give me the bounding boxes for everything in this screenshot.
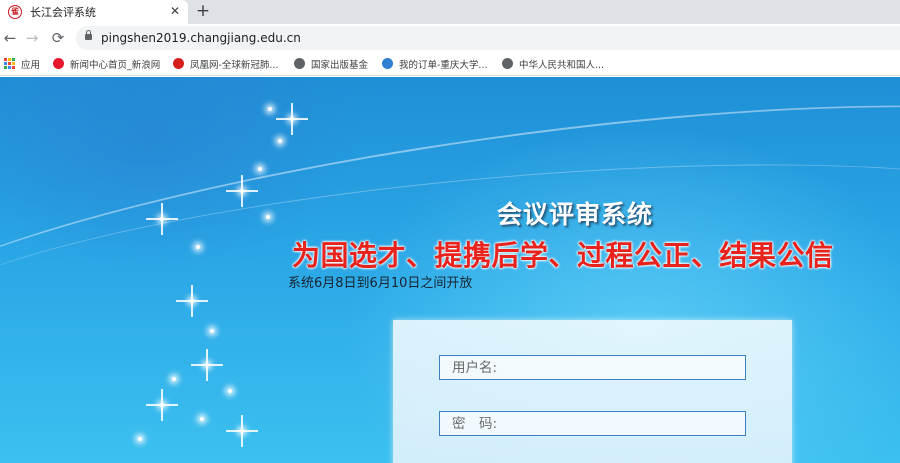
password-field[interactable] — [439, 411, 746, 436]
ifeng-icon — [173, 58, 184, 69]
sparkle-decoration — [210, 329, 214, 333]
bookmark-label: 凤凰网-全球新冠肺... — [190, 59, 279, 71]
bookmark-label: 中华人民共和国人... — [519, 59, 605, 71]
username-field[interactable] — [439, 355, 746, 380]
back-button[interactable]: ← — [0, 28, 20, 48]
bookmark-my-orders[interactable]: 我的订单-重庆大学... — [382, 52, 488, 75]
close-tab-icon[interactable]: ✕ — [167, 3, 183, 19]
apps-icon — [4, 58, 15, 69]
bookmarks-bar: 应用 新闻中心首页_新浪网 凤凰网-全球新冠肺... 国家出版基金 我的订单-重… — [0, 52, 900, 76]
password-input[interactable] — [440, 412, 745, 435]
bookmark-label: 应用 — [21, 59, 41, 71]
sparkle-decoration — [226, 415, 258, 447]
username-input[interactable] — [440, 356, 745, 379]
bookmark-label: 我的订单-重庆大学... — [399, 59, 488, 71]
sparkle-decoration — [278, 139, 282, 143]
bookmark-publishing-fund[interactable]: 国家出版基金 — [294, 52, 368, 75]
globe-icon — [382, 58, 393, 69]
sparkle-decoration — [146, 203, 178, 235]
address-bar[interactable]: pingshen2019.changjiang.edu.cn — [76, 26, 900, 50]
bookmark-apps[interactable]: 应用 — [4, 52, 40, 75]
lock-icon[interactable] — [85, 30, 92, 40]
reload-button[interactable]: ⟳ — [48, 28, 68, 48]
bookmark-label: 新闻中心首页_新浪网 — [70, 59, 161, 71]
sparkle-decoration — [176, 285, 208, 317]
sparkle-decoration — [191, 349, 223, 381]
sparkle-decoration — [258, 167, 262, 171]
bookmark-sina[interactable]: 新闻中心首页_新浪网 — [53, 52, 160, 75]
sparkle-decoration — [138, 437, 142, 441]
sparkle-decoration — [196, 245, 200, 249]
browser-toolbar: ← → ⟳ pingshen2019.changjiang.edu.cn — [0, 24, 900, 52]
browser-tab[interactable]: 雀 长江会评系统 ✕ — [0, 0, 188, 24]
globe-icon — [294, 58, 305, 69]
forward-button[interactable]: → — [22, 28, 42, 48]
login-panel — [393, 320, 792, 463]
tab-strip: 雀 长江会评系统 ✕ + — [0, 0, 900, 24]
bookmark-prc[interactable]: 中华人民共和国人... — [502, 52, 604, 75]
new-tab-button[interactable]: + — [193, 1, 213, 21]
login-page: 会议评审系统 为国选才、提携后学、过程公正、结果公信 系统6月8日到6月10日之… — [0, 77, 900, 463]
bookmark-label: 国家出版基金 — [311, 59, 369, 71]
sparkle-decoration — [268, 107, 272, 111]
sparkle-decoration — [228, 389, 232, 393]
page-title: 会议评审系统 — [497, 200, 654, 229]
sparkle-decoration — [226, 175, 258, 207]
sparkle-decoration — [200, 417, 204, 421]
url-text[interactable]: pingshen2019.changjiang.edu.cn — [101, 26, 301, 50]
sparkle-decoration — [276, 103, 308, 135]
open-period-notice: 系统6月8日到6月10日之间开放 — [288, 276, 473, 291]
sina-icon — [53, 58, 64, 69]
sparkle-decoration — [266, 215, 270, 219]
site-favicon-icon: 雀 — [8, 5, 22, 19]
bookmark-ifeng[interactable]: 凤凰网-全球新冠肺... — [173, 52, 279, 75]
tab-title: 长江会评系统 — [30, 6, 96, 19]
sparkle-decoration — [172, 377, 176, 381]
globe-icon — [502, 58, 513, 69]
slogan: 为国选才、提携后学、过程公正、结果公信 — [292, 239, 834, 272]
sparkle-decoration — [146, 389, 178, 421]
